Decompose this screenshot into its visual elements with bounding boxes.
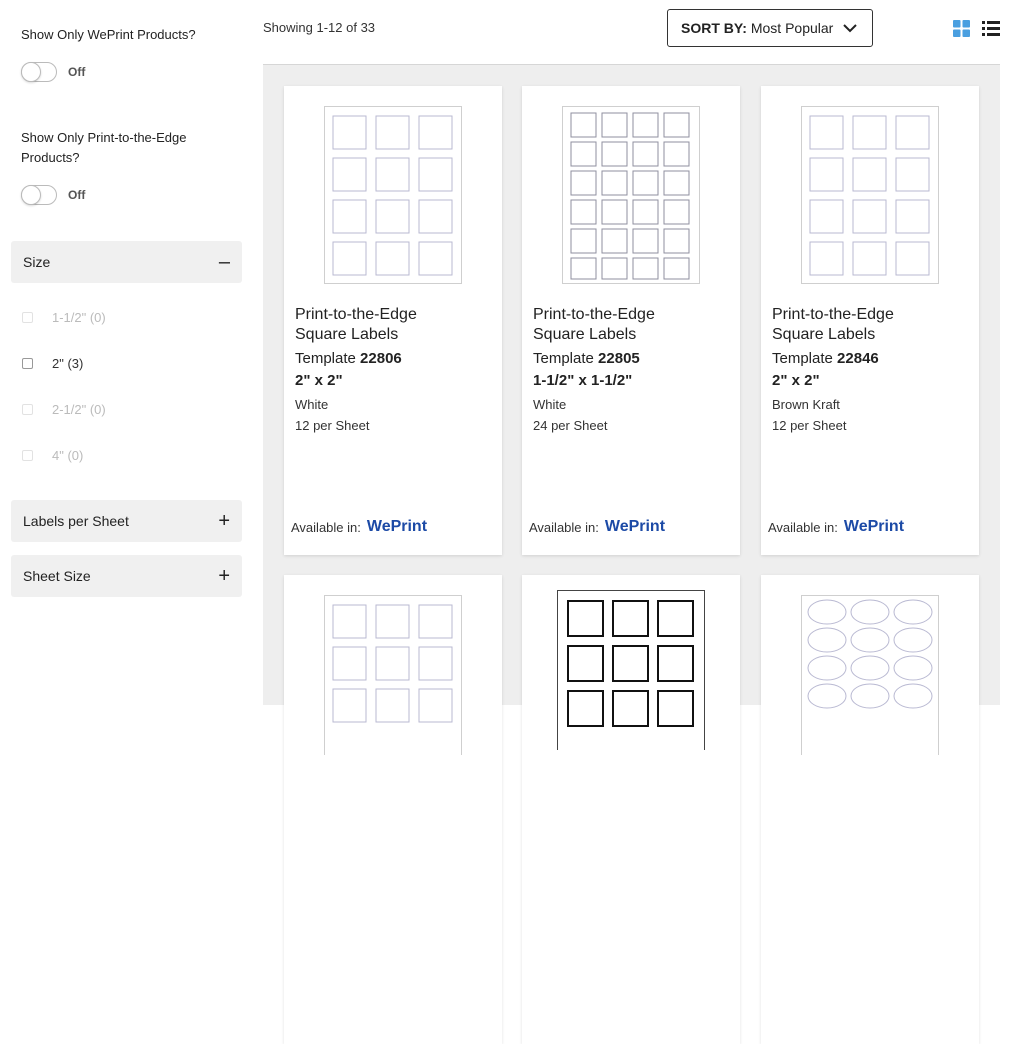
expand-icon: +: [218, 565, 230, 587]
labels-per-sheet-title: Labels per Sheet: [23, 513, 129, 529]
template-id: 22805: [598, 350, 640, 367]
filter-sidebar: Show Only WePrint Products? Off Show Onl…: [0, 0, 250, 692]
size-accordion-header[interactable]: Size –: [11, 241, 242, 283]
template-thumbnail: [324, 106, 462, 284]
template-number: Template 22846: [772, 350, 879, 367]
template-thumbnail: [801, 106, 939, 284]
product-name[interactable]: Print-to-the-Edge Square Labels: [295, 305, 495, 345]
collapse-icon: –: [218, 251, 230, 273]
product-card[interactable]: Print-to-the-Edge Square Labels Template…: [522, 86, 740, 555]
product-dimensions: 2" x 2": [772, 372, 820, 389]
toggle-knob: [21, 62, 41, 82]
availability: Available in: WePrint: [768, 518, 904, 536]
label-sheet-preview: [332, 115, 453, 276]
checkbox[interactable]: [22, 358, 33, 369]
size-accordion-title: Size: [23, 254, 51, 270]
availability: Available in: WePrint: [291, 518, 427, 536]
product-dimensions: 2" x 2": [295, 372, 343, 389]
product-name-line1: Print-to-the-Edge: [295, 306, 417, 323]
print-edge-filter-label: Show Only Print-to-the-Edge Products?: [21, 130, 187, 165]
product-grid: Print-to-the-Edge Square Labels Template…: [263, 64, 1000, 1044]
template-thumbnail: [557, 590, 705, 750]
toggle-knob: [21, 185, 41, 205]
sheet-size-accordion-header[interactable]: Sheet Size +: [11, 555, 242, 597]
label-sheet-preview: [809, 115, 930, 276]
size-option-2-5[interactable]: 2-1/2" (0): [22, 402, 106, 417]
product-color: White: [533, 397, 567, 412]
chevron-down-icon: [843, 24, 857, 33]
labels-per-sheet: 12 per Sheet: [772, 418, 847, 433]
template-thumbnail: [324, 595, 462, 755]
template-id: 22846: [837, 350, 879, 367]
print-edge-toggle-state: Off: [68, 188, 86, 202]
weprint-toggle[interactable]: [21, 62, 57, 82]
product-card[interactable]: [761, 575, 979, 1044]
product-card[interactable]: [522, 575, 740, 1044]
availability: Available in: WePrint: [529, 518, 665, 536]
available-label: Available in:: [529, 519, 599, 535]
weprint-toggle-state: Off: [68, 65, 86, 79]
template-id: 22806: [360, 350, 402, 367]
results-count: Showing 1-12 of 33: [263, 20, 376, 35]
print-edge-toggle[interactable]: [21, 185, 57, 205]
size-option-label: 4" (0): [52, 448, 84, 463]
label-sheet-preview: [570, 112, 690, 280]
template-prefix: Template: [772, 350, 833, 367]
labels-per-sheet: 24 per Sheet: [533, 418, 608, 433]
template-thumbnail: [801, 595, 939, 755]
product-name[interactable]: Print-to-the-Edge Square Labels: [772, 305, 972, 345]
labels-per-sheet-accordion-header[interactable]: Labels per Sheet +: [11, 500, 242, 542]
size-option-1-5[interactable]: 1-1/2" (0): [22, 310, 106, 325]
product-card[interactable]: Print-to-the-Edge Square Labels Template…: [284, 86, 502, 555]
checkbox[interactable]: [22, 450, 33, 461]
grid-view-icon[interactable]: [953, 20, 970, 37]
size-option-label: 1-1/2" (0): [52, 310, 106, 325]
weprint-logo: WePrint: [843, 518, 905, 535]
expand-icon: +: [218, 510, 230, 532]
labels-per-sheet: 12 per Sheet: [295, 418, 370, 433]
checkbox[interactable]: [22, 312, 33, 323]
weprint-filter-label: Show Only WePrint Products?: [21, 27, 196, 42]
size-option-label: 2" (3): [52, 356, 84, 371]
product-name-line2: Square Labels: [533, 326, 637, 343]
size-option-4[interactable]: 4" (0): [22, 448, 83, 463]
available-label: Available in:: [291, 519, 361, 535]
available-label: Available in:: [768, 519, 838, 535]
product-color: White: [295, 397, 329, 412]
product-name-line2: Square Labels: [295, 326, 399, 343]
sheet-size-title: Sheet Size: [23, 568, 91, 584]
weprint-logo: WePrint: [604, 518, 666, 535]
product-name-line1: Print-to-the-Edge: [533, 306, 655, 323]
template-number: Template 22806: [295, 350, 402, 367]
template-number: Template 22805: [533, 350, 640, 367]
product-name-line2: Square Labels: [772, 326, 876, 343]
size-option-2[interactable]: 2" (3): [22, 356, 83, 371]
template-thumbnail: [562, 106, 700, 284]
weprint-toggle-row: Off: [21, 62, 85, 82]
template-prefix: Template: [295, 350, 356, 367]
checkbox[interactable]: [22, 404, 33, 415]
label-sheet-preview: [332, 604, 453, 723]
print-edge-toggle-row: Off: [21, 185, 85, 205]
product-name[interactable]: Print-to-the-Edge Square Labels: [533, 305, 733, 345]
label-sheet-preview: [807, 599, 933, 709]
sort-dropdown[interactable]: SORT BY: Most Popular: [667, 9, 873, 47]
size-option-label: 2-1/2" (0): [52, 402, 106, 417]
sort-prefix: SORT BY:: [681, 20, 747, 36]
weprint-logo: WePrint: [366, 518, 428, 535]
product-dimensions: 1-1/2" x 1-1/2": [533, 372, 633, 389]
product-name-line1: Print-to-the-Edge: [772, 306, 894, 323]
product-color: Brown Kraft: [772, 397, 840, 412]
product-card[interactable]: [284, 575, 502, 1044]
product-card[interactable]: Print-to-the-Edge Square Labels Template…: [761, 86, 979, 555]
sort-value: Most Popular: [750, 20, 834, 36]
label-sheet-preview: [567, 600, 694, 727]
template-prefix: Template: [533, 350, 594, 367]
list-view-icon[interactable]: [982, 21, 1000, 36]
